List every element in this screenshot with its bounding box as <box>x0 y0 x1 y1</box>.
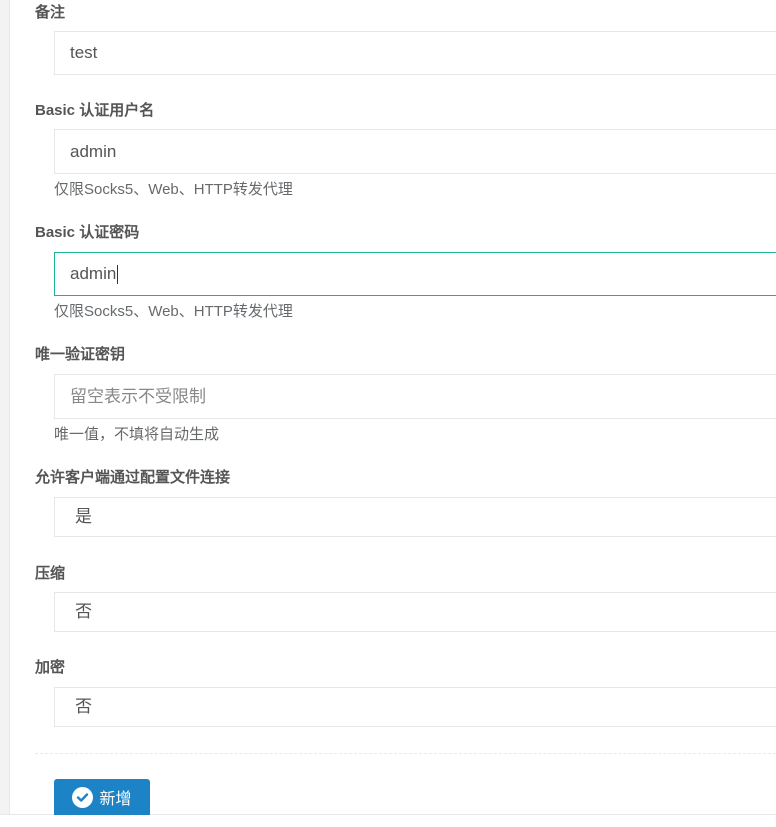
config-conn-select[interactable]: 是 <box>54 497 776 537</box>
form-divider <box>35 753 776 754</box>
basic-username-label: Basic 认证用户名 <box>35 102 155 119</box>
compress-select[interactable]: 否 <box>54 592 776 632</box>
compress-label: 压缩 <box>35 565 66 582</box>
basic-username-input[interactable]: admin <box>54 129 776 174</box>
basic-password-label: Basic 认证密码 <box>35 224 140 241</box>
add-button-label: 新增 <box>99 791 132 808</box>
text-caret <box>117 265 119 285</box>
check-circle-icon <box>72 786 94 808</box>
basic-username-help: 仅限Socks5、Web、HTTP转发代理 <box>54 181 293 198</box>
vkey-help: 唯一值，不填将自动生成 <box>54 426 220 443</box>
basic-password-input[interactable]: admin <box>54 252 776 296</box>
add-button[interactable]: 新增 <box>54 779 150 815</box>
config-conn-label: 允许客户端通过配置文件连接 <box>35 469 231 486</box>
basic-password-value: admin <box>70 264 117 283</box>
crypt-select[interactable]: 否 <box>54 687 776 727</box>
remark-input[interactable]: test <box>54 31 776 75</box>
vkey-label: 唯一验证密钥 <box>35 346 126 363</box>
crypt-label: 加密 <box>35 659 66 676</box>
basic-password-help: 仅限Socks5、Web、HTTP转发代理 <box>54 303 293 320</box>
left-sidebar-edge <box>0 0 10 814</box>
vkey-input[interactable]: 留空表示不受限制 <box>54 374 776 419</box>
remark-label: 备注 <box>35 4 66 21</box>
